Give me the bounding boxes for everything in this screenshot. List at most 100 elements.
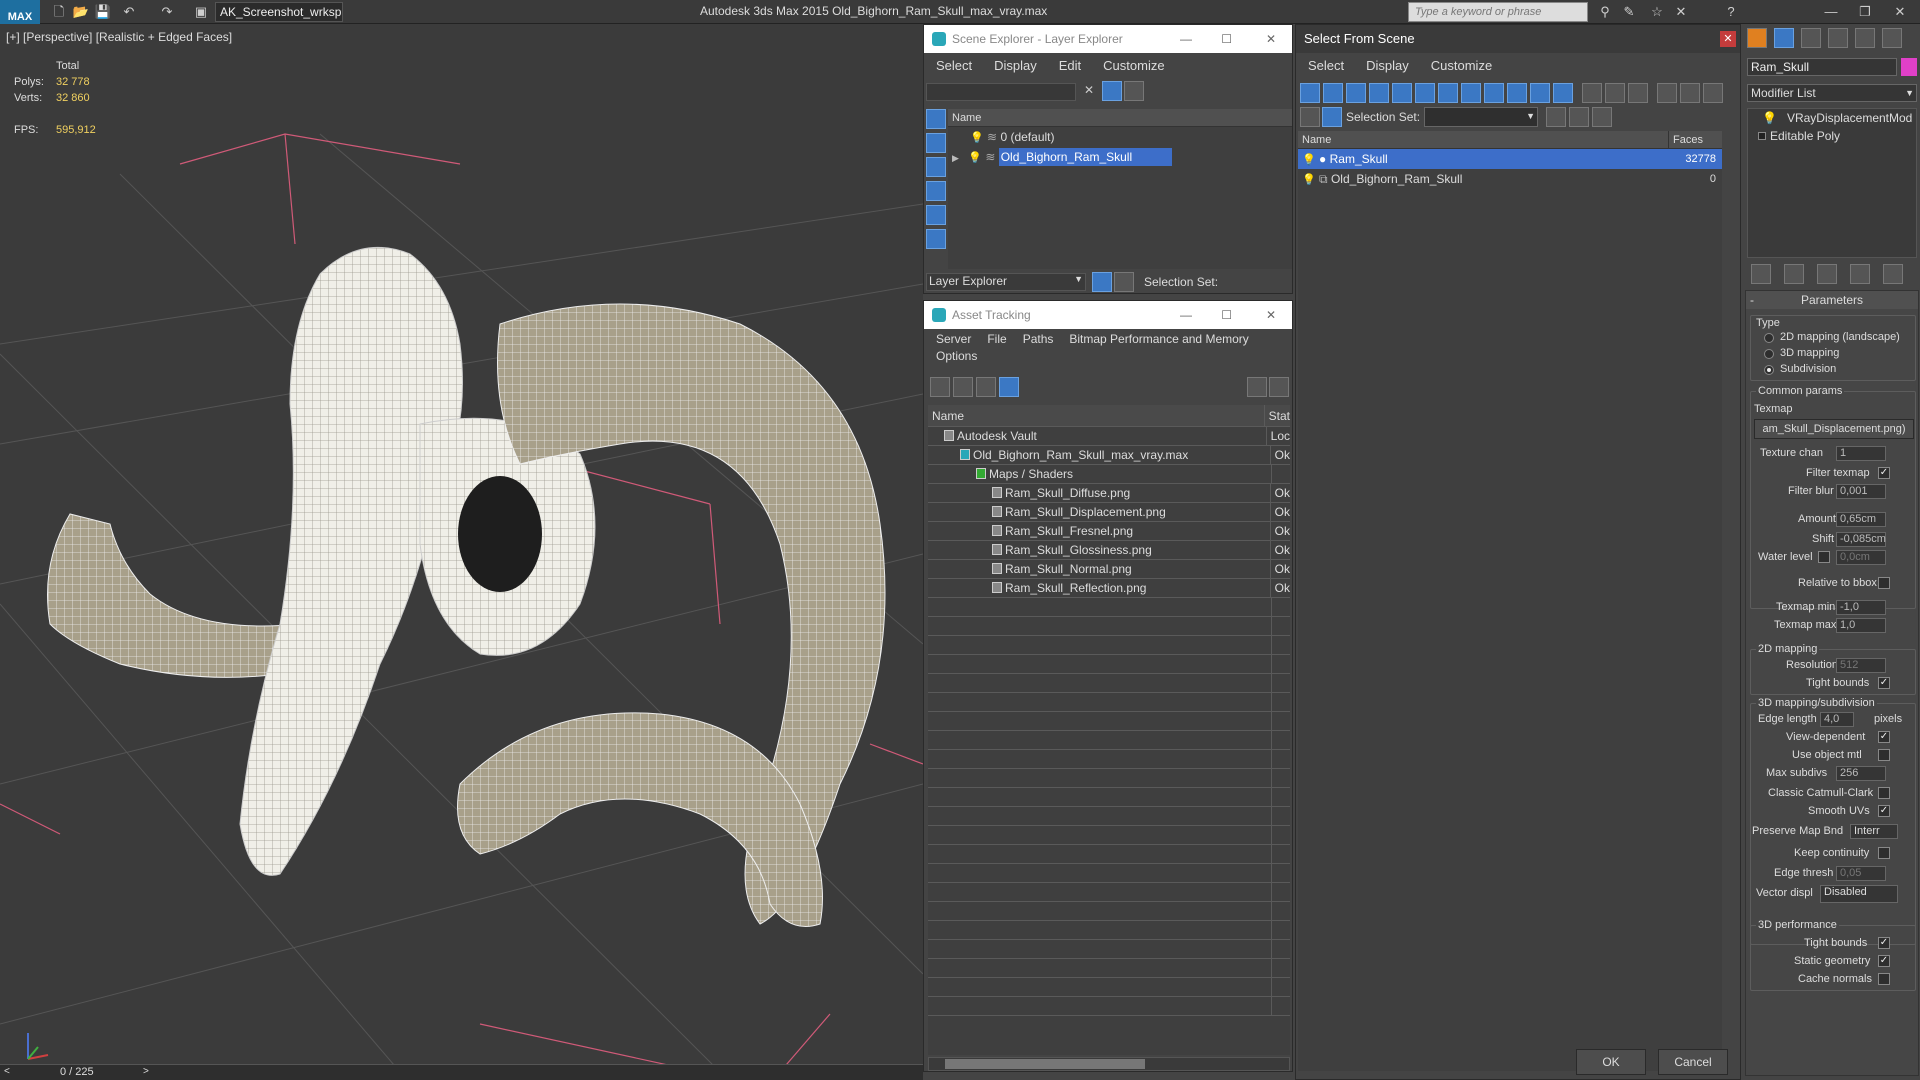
sfs-col-faces[interactable]: Faces bbox=[1668, 131, 1722, 149]
new-file-icon[interactable]: 🗋 bbox=[50, 3, 68, 21]
time-slider[interactable]: < 0 / 225 > bbox=[0, 1064, 923, 1080]
asset-row[interactable]: Old_Bighorn_Ram_Skull_max_vray.max Ok bbox=[928, 446, 1290, 465]
modify-tab-icon[interactable] bbox=[1774, 28, 1794, 48]
save-icon[interactable]: 💾 bbox=[94, 3, 112, 21]
catmull-clark-checkbox[interactable] bbox=[1878, 787, 1890, 799]
sfs-filter-helpers-icon[interactable] bbox=[1392, 83, 1412, 103]
se-side-btn-2[interactable] bbox=[926, 133, 946, 153]
asset-row[interactable]: Ram_Skull_Glossiness.png Ok bbox=[928, 541, 1290, 560]
hierarchy-tab-icon[interactable] bbox=[1801, 28, 1821, 48]
at-settings-icon[interactable] bbox=[1269, 377, 1289, 397]
at-maximize-icon[interactable]: ☐ bbox=[1221, 301, 1232, 329]
at-col-status[interactable]: Stat bbox=[1265, 405, 1290, 426]
window-close-icon[interactable]: ✕ bbox=[1885, 2, 1915, 22]
shift-field[interactable]: -0,085cm bbox=[1836, 532, 1886, 547]
se-menu-display[interactable]: Display bbox=[994, 58, 1037, 73]
open-file-icon[interactable]: 📂 bbox=[72, 3, 90, 21]
at-menu-file[interactable]: File bbox=[987, 332, 1006, 346]
se-clear-icon[interactable]: ✕ bbox=[1084, 83, 1094, 97]
se-search-field[interactable] bbox=[926, 83, 1076, 101]
utilities-tab-icon[interactable] bbox=[1882, 28, 1902, 48]
water-level-checkbox[interactable] bbox=[1818, 551, 1830, 563]
sfs-hierarchy-mode-icon[interactable] bbox=[1322, 107, 1342, 127]
sfs-hierarchy-icon[interactable] bbox=[1680, 83, 1700, 103]
sfs-filter-containers-icon[interactable] bbox=[1507, 83, 1527, 103]
sfs-filter-frozen-icon[interactable] bbox=[1530, 83, 1550, 103]
sfs-filter-shapes-icon[interactable] bbox=[1323, 83, 1343, 103]
se-side-btn-3[interactable] bbox=[926, 157, 946, 177]
cache-normals-checkbox[interactable] bbox=[1878, 973, 1890, 985]
edge-length-field[interactable]: 4,0 bbox=[1820, 712, 1854, 727]
filter-texmap-checkbox[interactable]: ✓ bbox=[1878, 467, 1890, 479]
help-icon[interactable]: ? bbox=[1722, 3, 1740, 21]
light-bulb-icon[interactable]: 💡 bbox=[968, 152, 982, 164]
search-input[interactable]: Type a keyword or phrase bbox=[1408, 2, 1588, 22]
light-bulb-icon[interactable]: 💡 bbox=[970, 132, 984, 144]
asset-row[interactable]: Ram_Skull_Displacement.png Ok bbox=[928, 503, 1290, 522]
sfs-close-icon[interactable]: ✕ bbox=[1720, 31, 1736, 47]
sfs-selection-set-dropdown[interactable]: ▼ bbox=[1424, 107, 1538, 127]
sfs-filter-xrefs-icon[interactable] bbox=[1461, 83, 1481, 103]
sfs-menu-display[interactable]: Display bbox=[1366, 58, 1409, 73]
binoculars-icon[interactable]: ⚲ bbox=[1596, 3, 1614, 21]
sfs-selset-remove-icon[interactable] bbox=[1569, 107, 1589, 127]
tight-bounds-2d-checkbox[interactable]: ✓ bbox=[1878, 677, 1890, 689]
se-layers-icon[interactable] bbox=[1124, 81, 1144, 101]
at-col-name[interactable]: Name bbox=[928, 405, 1265, 426]
sfs-filter-geometry-icon[interactable] bbox=[1300, 83, 1320, 103]
explorer-type-dropdown[interactable]: Layer Explorer ▼ bbox=[926, 273, 1086, 291]
edge-thresh-field[interactable]: 0,05 bbox=[1836, 866, 1886, 881]
sfs-selset-add-icon[interactable] bbox=[1546, 107, 1566, 127]
sfs-col-name[interactable]: Name bbox=[1302, 134, 1331, 146]
se-side-btn-5[interactable] bbox=[926, 205, 946, 225]
minimize-icon[interactable]: — bbox=[1816, 2, 1846, 22]
layer-list-header[interactable]: Name bbox=[948, 109, 1292, 127]
se-filter-icon[interactable] bbox=[1102, 81, 1122, 101]
stack-item-vray-displacement[interactable]: 💡 VRayDisplacementMod bbox=[1748, 109, 1916, 127]
at-grid-icon[interactable] bbox=[999, 377, 1019, 397]
bulb-icon[interactable]: 💡 bbox=[1762, 111, 1777, 125]
at-scroll-thumb[interactable] bbox=[945, 1059, 1145, 1069]
view-dependent-checkbox[interactable]: ✓ bbox=[1878, 731, 1890, 743]
undo-icon[interactable]: ↶ bbox=[120, 3, 138, 21]
sfs-filter-funnel-icon[interactable] bbox=[1657, 83, 1677, 103]
asset-row[interactable]: Ram_Skull_Fresnel.png Ok bbox=[928, 522, 1290, 541]
amount-field[interactable]: 0,65cm bbox=[1836, 512, 1886, 527]
asset-tracking-titlebar[interactable]: Asset Tracking — ☐ ✕ bbox=[924, 301, 1292, 329]
se-menu-edit[interactable]: Edit bbox=[1059, 58, 1081, 73]
asset-row[interactable]: Maps / Shaders bbox=[928, 465, 1290, 484]
se-side-btn-4[interactable] bbox=[926, 181, 946, 201]
redo-icon[interactable]: ↷ bbox=[158, 3, 176, 21]
asset-row[interactable]: Autodesk Vault Loc bbox=[928, 427, 1290, 446]
static-geometry-checkbox[interactable]: ✓ bbox=[1878, 955, 1890, 967]
light-bulb-icon[interactable]: 💡 bbox=[1302, 174, 1316, 186]
at-help-icon[interactable] bbox=[1247, 377, 1267, 397]
keep-continuity-checkbox[interactable] bbox=[1878, 847, 1890, 859]
layer-row-ram-skull[interactable]: ▶ 💡 ≋ Old_Bighorn_Ram_Skull bbox=[948, 147, 1292, 167]
use-object-mtl-checkbox[interactable] bbox=[1878, 749, 1890, 761]
se-side-btn-1[interactable] bbox=[926, 109, 946, 129]
at-menu-options[interactable]: Options bbox=[924, 349, 1292, 367]
object-color-swatch[interactable] bbox=[1901, 58, 1917, 76]
se-menu-select[interactable]: Select bbox=[936, 58, 972, 73]
sfs-select-none-icon[interactable] bbox=[1605, 83, 1625, 103]
remove-modifier-icon[interactable] bbox=[1850, 264, 1870, 284]
sfs-titlebar[interactable]: Select From Scene ✕ bbox=[1296, 25, 1740, 53]
texmap-max-field[interactable]: 1,0 bbox=[1836, 618, 1886, 633]
show-end-result-icon[interactable] bbox=[1784, 264, 1804, 284]
sfs-filter-hidden-icon[interactable] bbox=[1553, 83, 1573, 103]
tight-bounds-3d-checkbox[interactable]: ✓ bbox=[1878, 937, 1890, 949]
tools-icon[interactable]: ✎ bbox=[1620, 3, 1638, 21]
filter-blur-field[interactable]: 0,001 bbox=[1836, 484, 1886, 499]
viewport-label[interactable]: [+] [Perspective] [Realistic + Edged Fac… bbox=[6, 30, 232, 44]
star-icon[interactable]: ☆ bbox=[1648, 3, 1666, 21]
make-unique-icon[interactable] bbox=[1817, 264, 1837, 284]
asset-row[interactable]: Ram_Skull_Diffuse.png Ok bbox=[928, 484, 1290, 503]
se-menu-customize[interactable]: Customize bbox=[1103, 58, 1164, 73]
modifier-list-dropdown[interactable]: Modifier List ▼ bbox=[1747, 84, 1917, 102]
sfs-filter-cameras-icon[interactable] bbox=[1369, 83, 1389, 103]
texture-chan-field[interactable]: 1 bbox=[1836, 446, 1886, 461]
scene-explorer-titlebar[interactable]: Scene Explorer - Layer Explorer — ☐ ✕ bbox=[924, 25, 1292, 53]
sfs-select-invert-icon[interactable] bbox=[1628, 83, 1648, 103]
asset-row[interactable]: Ram_Skull_Reflection.png Ok bbox=[928, 579, 1290, 598]
